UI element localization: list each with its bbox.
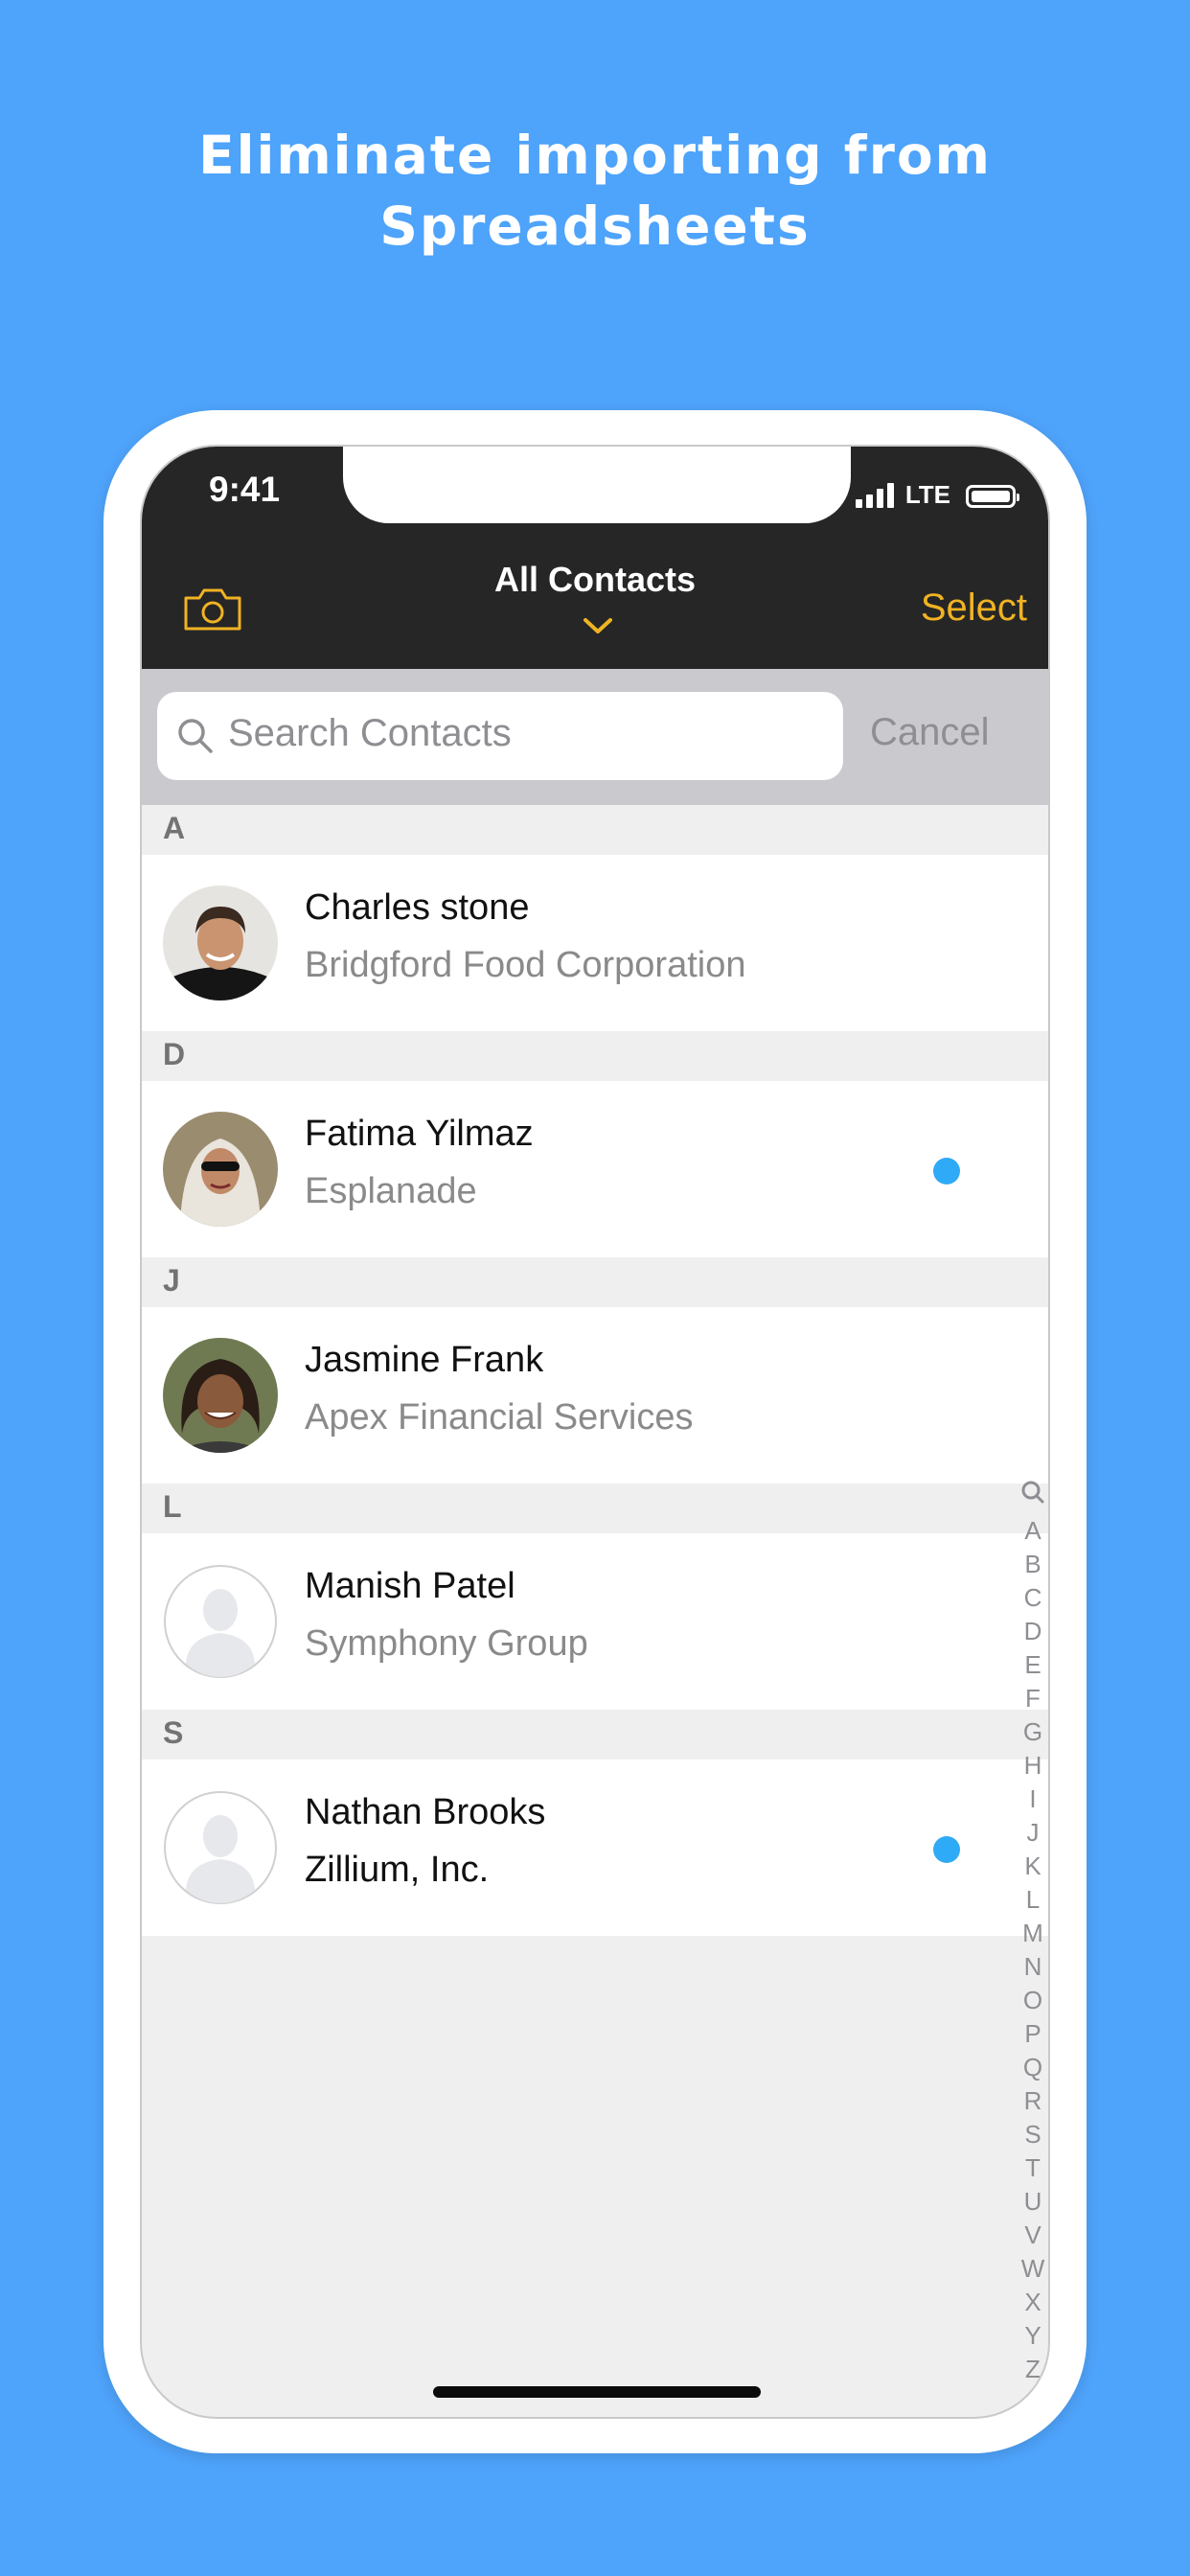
index-letter[interactable]: L — [1016, 1883, 1048, 1917]
index-letter[interactable]: X — [1016, 2286, 1048, 2319]
index-letter[interactable]: F — [1016, 1682, 1048, 1715]
index-letter[interactable]: A — [1016, 1514, 1048, 1548]
index-letter[interactable]: G — [1016, 1715, 1048, 1749]
contact-row[interactable]: Jasmine Frank Apex Financial Services — [142, 1307, 1048, 1484]
contact-company: Zillium, Inc. — [305, 1850, 490, 1890]
contact-name: Manish Patel — [305, 1566, 515, 1606]
section-letter: S — [163, 1715, 184, 1750]
index-letter[interactable]: # — [1016, 2386, 1048, 2417]
contact-row[interactable]: Manish Patel Symphony Group — [142, 1533, 1048, 1710]
index-letter[interactable]: P — [1016, 2017, 1048, 2051]
contact-company: Bridgford Food Corporation — [305, 945, 746, 985]
home-indicator[interactable] — [433, 2386, 761, 2398]
contact-name: Fatima Yilmaz — [305, 1114, 534, 1154]
index-letter[interactable]: W — [1016, 2252, 1048, 2286]
contact-name: Jasmine Frank — [305, 1340, 544, 1380]
placeholder-avatar-icon — [163, 1564, 278, 1679]
section-letter: L — [163, 1489, 182, 1524]
headline-line-2: Spreadsheets — [379, 196, 811, 257]
index-letter[interactable]: B — [1016, 1548, 1048, 1581]
index-letter[interactable]: Y — [1016, 2319, 1048, 2353]
chevron-down-icon[interactable] — [582, 615, 614, 636]
section-header-a: A — [142, 805, 1048, 855]
cancel-button[interactable]: Cancel — [870, 711, 990, 754]
contact-row[interactable]: Charles stone Bridgford Food Corporation — [142, 855, 1048, 1031]
avatar — [163, 886, 278, 1000]
headline: Eliminate importing from Spreadsheets — [0, 120, 1190, 262]
search-placeholder: Search Contacts — [228, 712, 512, 754]
index-letter[interactable]: Z — [1016, 2353, 1048, 2386]
phone-notch — [343, 447, 851, 523]
index-letter[interactable]: N — [1016, 1950, 1048, 1984]
network-label: LTE — [904, 480, 950, 509]
select-button[interactable]: Select — [921, 586, 1027, 630]
contact-company: Symphony Group — [305, 1623, 588, 1664]
navigation-bar: 9:41 LTE All Contacts Select — [142, 447, 1048, 669]
index-letter[interactable]: T — [1016, 2151, 1048, 2185]
index-letter[interactable]: H — [1016, 1749, 1048, 1782]
signal-icon — [855, 481, 894, 508]
section-header-j: J — [142, 1257, 1048, 1307]
section-letter: J — [163, 1263, 180, 1298]
avatar — [163, 1112, 278, 1227]
index-letter[interactable]: J — [1016, 1816, 1048, 1850]
contact-company: Esplanade — [305, 1171, 477, 1211]
search-input[interactable]: Search Contacts — [157, 692, 843, 780]
search-bar: Search Contacts Cancel — [142, 669, 1048, 805]
section-index[interactable]: A B C D E F G H I J K L M N O P Q R S T … — [1016, 1476, 1050, 2417]
section-header-d: D — [142, 1031, 1048, 1081]
section-header-l: L — [142, 1484, 1048, 1533]
index-letter[interactable]: K — [1016, 1850, 1048, 1883]
section-header-s: S — [142, 1710, 1048, 1760]
placeholder-avatar-icon — [163, 1790, 278, 1905]
index-letter[interactable]: E — [1016, 1648, 1048, 1682]
index-letter[interactable]: Q — [1016, 2051, 1048, 2084]
contact-row[interactable]: Fatima Yilmaz Esplanade — [142, 1081, 1048, 1257]
search-icon — [178, 719, 213, 753]
index-search-icon[interactable] — [1016, 1476, 1050, 1509]
index-letter[interactable]: C — [1016, 1581, 1048, 1615]
index-letter[interactable]: V — [1016, 2219, 1048, 2252]
section-letter: A — [163, 811, 186, 845]
index-letter[interactable]: O — [1016, 1984, 1048, 2017]
section-letter: D — [163, 1037, 186, 1071]
index-letter[interactable]: I — [1016, 1782, 1048, 1816]
contacts-list: A Charles stone Bridgford Food Corporati… — [142, 805, 1048, 1936]
index-letter[interactable]: M — [1016, 1917, 1048, 1950]
contact-company: Apex Financial Services — [305, 1397, 694, 1438]
status-time: 9:41 — [209, 470, 281, 509]
headline-line-1: Eliminate importing from — [198, 125, 992, 186]
battery-icon — [966, 485, 1019, 508]
index-letter[interactable]: S — [1016, 2118, 1048, 2151]
unread-indicator — [933, 1158, 960, 1184]
nav-title[interactable]: All Contacts — [142, 560, 1048, 600]
index-letter[interactable]: U — [1016, 2185, 1048, 2219]
unread-indicator — [933, 1836, 960, 1863]
contact-name: Charles stone — [305, 887, 530, 928]
avatar — [163, 1338, 278, 1453]
phone-screen: 9:41 LTE All Contacts Select Search Cont… — [140, 445, 1050, 2419]
status-indicators: LTE — [855, 479, 1019, 509]
contact-row[interactable]: Nathan Brooks Zillium, Inc. — [142, 1760, 1048, 1936]
index-letter[interactable]: D — [1016, 1615, 1048, 1648]
index-letter[interactable]: R — [1016, 2084, 1048, 2118]
contact-name: Nathan Brooks — [305, 1792, 546, 1832]
